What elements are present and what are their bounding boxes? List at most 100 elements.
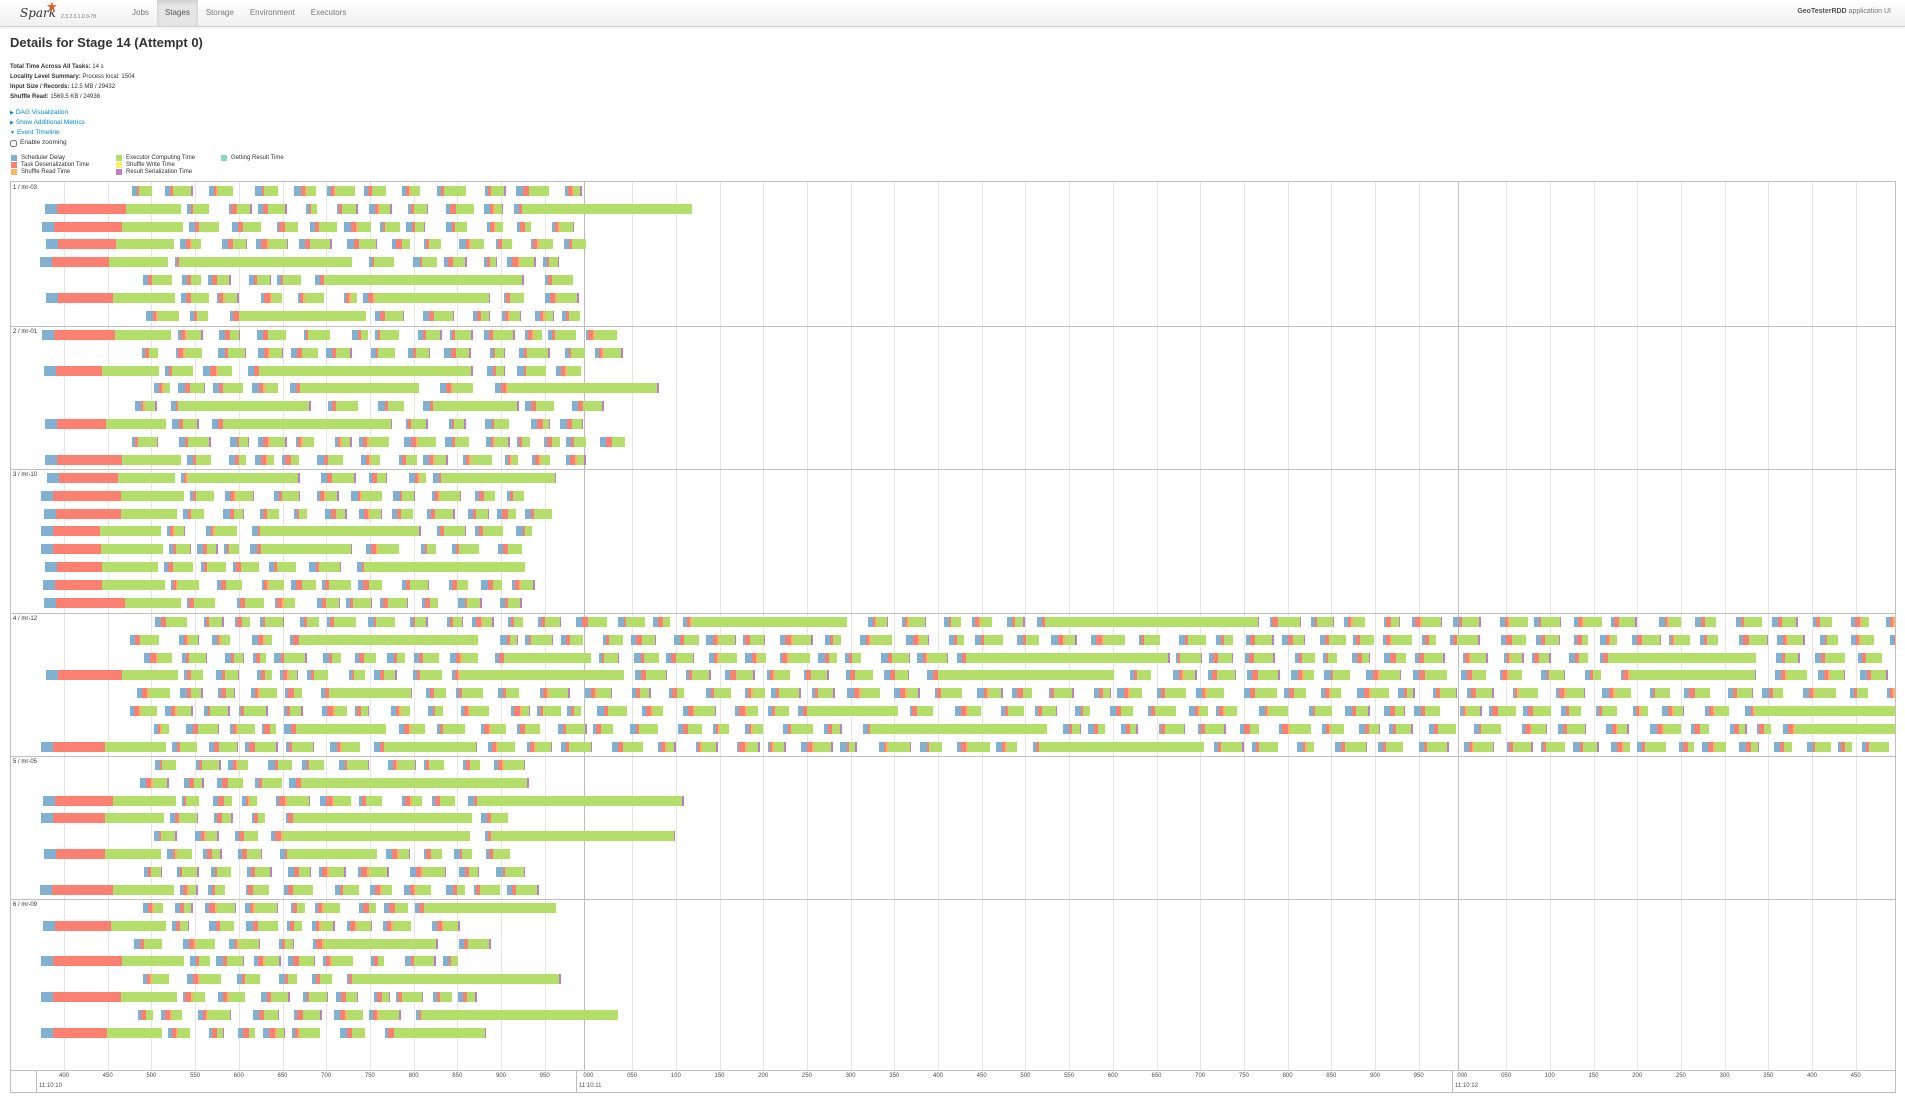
task-bar[interactable] <box>1668 634 1691 645</box>
task-bar[interactable] <box>451 670 625 681</box>
task-bar[interactable] <box>1658 617 1681 627</box>
task-bar[interactable] <box>349 670 365 681</box>
task-bar[interactable] <box>284 884 314 895</box>
task-bar[interactable] <box>165 706 193 716</box>
task-bar[interactable] <box>779 634 813 645</box>
task-bar[interactable] <box>496 239 512 250</box>
task-bar[interactable] <box>46 473 175 483</box>
task-bar[interactable] <box>366 544 400 555</box>
task-bar[interactable] <box>203 849 222 859</box>
task-bar[interactable] <box>483 330 515 340</box>
task-bar[interactable] <box>1610 617 1637 627</box>
task-bar[interactable] <box>347 239 378 250</box>
task-bar[interactable] <box>420 544 437 555</box>
task-bar[interactable] <box>1812 617 1833 627</box>
task-bar[interactable] <box>335 436 352 447</box>
task-bar[interactable] <box>593 723 613 734</box>
task-bar[interactable] <box>561 634 584 645</box>
task-bar[interactable] <box>399 454 417 465</box>
task-bar[interactable] <box>566 454 586 465</box>
task-bar[interactable] <box>336 203 358 214</box>
task-bar[interactable] <box>358 903 376 913</box>
task-bar[interactable] <box>1807 741 1831 752</box>
task-bar[interactable] <box>183 508 205 519</box>
task-bar[interactable] <box>257 203 287 214</box>
task-bar[interactable] <box>484 203 504 214</box>
task-bar[interactable] <box>1684 688 1710 699</box>
task-bar[interactable] <box>208 275 231 285</box>
task-bar[interactable] <box>1650 688 1671 699</box>
task-bar[interactable] <box>1730 723 1747 734</box>
task-bar[interactable] <box>390 706 411 716</box>
task-bar[interactable] <box>238 849 263 859</box>
task-bar[interactable] <box>346 597 373 608</box>
task-bar[interactable] <box>371 347 396 358</box>
task-bar[interactable] <box>1209 652 1234 663</box>
task-bar[interactable] <box>1499 617 1528 627</box>
task-bar[interactable] <box>1090 634 1125 645</box>
task-bar[interactable] <box>566 436 587 447</box>
task-bar[interactable] <box>859 634 893 645</box>
task-bar[interactable] <box>1129 670 1152 681</box>
task-bar[interactable] <box>512 579 535 590</box>
task-bar[interactable] <box>168 1027 190 1038</box>
task-bar[interactable] <box>142 903 163 913</box>
task-bar[interactable] <box>1507 741 1533 752</box>
task-bar[interactable] <box>379 221 400 232</box>
task-bar[interactable] <box>1432 688 1458 699</box>
task-bar[interactable] <box>369 203 392 214</box>
task-bar[interactable] <box>1088 723 1106 734</box>
task-bar[interactable] <box>1188 706 1209 716</box>
task-bar[interactable] <box>560 741 593 752</box>
task-bar[interactable] <box>396 992 424 1002</box>
task-bar[interactable] <box>1820 634 1838 645</box>
task-bar[interactable] <box>170 813 199 824</box>
task-bar[interactable] <box>1428 723 1457 734</box>
task-bar[interactable] <box>1574 634 1589 645</box>
task-bar[interactable] <box>1414 706 1441 716</box>
task-bar[interactable] <box>144 652 173 663</box>
task-bar[interactable] <box>232 562 259 572</box>
task-bar[interactable] <box>294 186 316 196</box>
task-bar[interactable] <box>1239 723 1260 734</box>
task-bar[interactable] <box>800 741 833 752</box>
task-bar[interactable] <box>1157 688 1187 699</box>
task-bar[interactable] <box>977 688 1003 699</box>
task-bar[interactable] <box>1773 741 1792 752</box>
task-bar[interactable] <box>190 956 211 967</box>
tab-jobs[interactable]: Jobs <box>124 0 157 26</box>
task-bar[interactable] <box>527 741 553 752</box>
task-bar[interactable] <box>293 508 308 519</box>
task-bar[interactable] <box>413 652 440 663</box>
task-bar[interactable] <box>241 795 257 806</box>
task-bar[interactable] <box>474 884 501 895</box>
task-bar[interactable] <box>611 741 643 752</box>
task-bar[interactable] <box>206 526 237 537</box>
task-bar[interactable] <box>1636 741 1666 752</box>
task-bar[interactable] <box>485 849 510 859</box>
task-bar[interactable] <box>1540 741 1566 752</box>
task-bar[interactable] <box>445 221 467 232</box>
task-bar[interactable] <box>666 652 695 663</box>
task-bar[interactable] <box>213 383 243 394</box>
task-bar[interactable] <box>1321 723 1345 734</box>
task-bar[interactable] <box>421 597 438 608</box>
task-bar[interactable] <box>323 652 341 663</box>
task-bar[interactable] <box>682 706 717 716</box>
task-bar[interactable] <box>536 706 561 716</box>
task-bar[interactable] <box>708 652 737 663</box>
task-bar[interactable] <box>744 688 766 699</box>
task-bar[interactable] <box>498 544 523 555</box>
task-bar[interactable] <box>252 383 279 394</box>
task-bar[interactable] <box>472 617 494 627</box>
task-bar[interactable] <box>534 310 555 321</box>
task-bar[interactable] <box>1398 688 1415 699</box>
task-bar[interactable] <box>1384 617 1401 627</box>
task-bar[interactable] <box>138 1009 153 1020</box>
task-bar[interactable] <box>880 652 911 663</box>
task-bar[interactable] <box>229 310 366 321</box>
task-bar[interactable] <box>245 741 278 752</box>
task-bar[interactable] <box>1419 741 1449 752</box>
task-bar[interactable] <box>40 813 165 824</box>
task-bar[interactable] <box>1650 723 1681 734</box>
